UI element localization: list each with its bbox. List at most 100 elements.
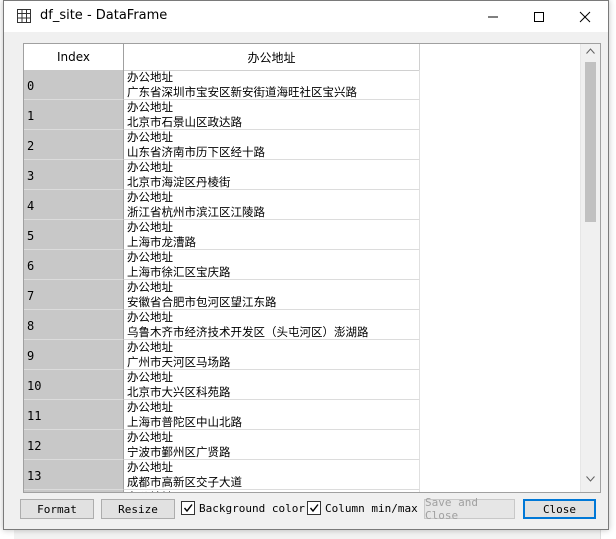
address-cell[interactable]: 办公地址 北京市石景山区政达路 (124, 100, 420, 130)
scroll-up-icon[interactable] (581, 48, 600, 60)
maximize-icon (534, 11, 544, 22)
cell-line-2: 宁波市鄞州区广贤路 (127, 445, 231, 459)
cell-line-1: 办公地址 (127, 400, 173, 414)
cell-line-2: 上海市徐汇区宝庆路 (127, 265, 231, 279)
table-rows: 0 办公地址 广东省深圳市宝安区新安街道海旺社区宝兴路 1 办公地址 北京市石景山区政达路… (24, 70, 420, 492)
index-value: 7 (27, 289, 35, 303)
cell-line-1: 办公地址 (127, 70, 173, 84)
index-value: 11 (27, 409, 42, 423)
cell-line-2: 浙江省杭州市滨江区江陵路 (127, 205, 265, 219)
button-bar: Format Resize Background color Column mi… (4, 496, 608, 525)
table-row: 办公地址 (24, 490, 420, 492)
cell-line-1: 办公地址 (127, 280, 173, 294)
save-and-close-button[interactable]: Save and Close (424, 496, 515, 522)
title-bar: df_site - DataFrame (4, 1, 608, 32)
cell-line-1: 办公地址 (127, 310, 173, 324)
index-cell[interactable]: 8 (24, 310, 124, 340)
index-cell[interactable]: 4 (24, 190, 124, 220)
index-cell[interactable] (24, 490, 124, 492)
index-cell[interactable]: 10 (24, 370, 124, 400)
dataframe-table[interactable]: Index 办公地址 0 办公地址 广东省深圳市宝安区新安街道海旺社区宝兴路 1 办公地… (23, 43, 601, 493)
cell-line-2: 上海市龙漕路 (127, 235, 196, 249)
index-cell[interactable]: 9 (24, 340, 124, 370)
index-cell[interactable]: 13 (24, 460, 124, 490)
index-value: 0 (27, 79, 35, 93)
close-icon (579, 11, 591, 22)
close-window-button[interactable] (562, 1, 608, 32)
index-cell[interactable]: 6 (24, 250, 124, 280)
cell-line-1: 办公地址 (127, 460, 173, 474)
index-header[interactable]: Index (24, 44, 124, 71)
table-row: 8 办公地址 乌鲁木齐市经济技术开发区（头屯河区）澎湖路 (24, 310, 420, 340)
scroll-down-icon[interactable] (581, 476, 600, 488)
table-row: 2 办公地址 山东省济南市历下区经十路 (24, 130, 420, 160)
column-minmax-checkbox[interactable]: Column min/max (307, 501, 418, 515)
index-cell[interactable]: 2 (24, 130, 124, 160)
cell-line-1: 办公地址 (127, 100, 173, 114)
address-cell[interactable]: 办公地址 广州市天河区马场路 (124, 340, 420, 370)
table-row: 13 办公地址 成都市高新区交子大道 (24, 460, 420, 490)
cell-line-2: 北京市海淀区丹棱街 (127, 175, 231, 189)
cell-line-2: 成都市高新区交子大道 (127, 475, 242, 489)
cell-line-2: 北京市大兴区科苑路 (127, 385, 231, 399)
cell-line-1: 办公地址 (127, 340, 173, 354)
address-cell[interactable]: 办公地址 乌鲁木齐市经济技术开发区（头屯河区）澎湖路 (124, 310, 420, 340)
index-cell[interactable]: 12 (24, 430, 124, 460)
address-cell[interactable]: 办公地址 广东省深圳市宝安区新安街道海旺社区宝兴路 (124, 70, 420, 100)
index-cell[interactable]: 0 (24, 70, 124, 100)
index-cell[interactable]: 3 (24, 160, 124, 190)
scrollbar-thumb[interactable] (585, 62, 596, 222)
cell-line-1: 办公地址 (127, 250, 173, 264)
index-cell[interactable]: 1 (24, 100, 124, 130)
index-value: 6 (27, 259, 35, 273)
index-value: 5 (27, 229, 35, 243)
window-title: df_site - DataFrame (40, 8, 168, 23)
address-cell[interactable]: 办公地址 宁波市鄞州区广贤路 (124, 430, 420, 460)
column-header[interactable]: 办公地址 (124, 44, 420, 71)
address-cell[interactable]: 办公地址 上海市徐汇区宝庆路 (124, 250, 420, 280)
address-cell[interactable]: 办公地址 上海市龙漕路 (124, 220, 420, 250)
address-cell[interactable]: 办公地址 安徽省合肥市包河区望江东路 (124, 280, 420, 310)
table-row: 0 办公地址 广东省深圳市宝安区新安街道海旺社区宝兴路 (24, 70, 420, 100)
index-cell[interactable]: 5 (24, 220, 124, 250)
cell-line-1: 办公地址 (127, 130, 173, 144)
address-cell[interactable]: 办公地址 浙江省杭州市滨江区江陵路 (124, 190, 420, 220)
table-row: 11 办公地址 上海市普陀区中山北路 (24, 400, 420, 430)
cell-line-1: 办公地址 (127, 220, 173, 234)
background-color-checkbox[interactable]: Background color (181, 501, 305, 515)
checkbox-box[interactable] (181, 501, 195, 515)
address-cell[interactable]: 办公地址 (124, 490, 420, 492)
index-value: 2 (27, 139, 35, 153)
maximize-button[interactable] (516, 1, 562, 32)
table-row: 1 办公地址 北京市石景山区政达路 (24, 100, 420, 130)
table-row: 12 办公地址 宁波市鄞州区广贤路 (24, 430, 420, 460)
index-value: 13 (27, 469, 42, 483)
table-row: 3 办公地址 北京市海淀区丹棱街 (24, 160, 420, 190)
address-cell[interactable]: 办公地址 北京市海淀区丹棱街 (124, 160, 420, 190)
address-cell[interactable]: 办公地址 北京市大兴区科苑路 (124, 370, 420, 400)
close-button[interactable]: Close (523, 499, 596, 519)
table-row: 6 办公地址 上海市徐汇区宝庆路 (24, 250, 420, 280)
index-cell[interactable]: 7 (24, 280, 124, 310)
cell-line-2: 广州市天河区马场路 (127, 355, 231, 369)
cell-line-1: 办公地址 (127, 430, 173, 444)
table-row: 9 办公地址 广州市天河区马场路 (24, 340, 420, 370)
vertical-scrollbar[interactable] (580, 44, 600, 492)
cell-line-2: 山东省济南市历下区经十路 (127, 145, 265, 159)
format-button[interactable]: Format (20, 499, 94, 519)
index-value: 10 (27, 379, 42, 393)
index-value: 12 (27, 439, 42, 453)
index-cell[interactable]: 11 (24, 400, 124, 430)
index-value: 9 (27, 349, 35, 363)
background-color-label: Background color (199, 501, 305, 515)
address-cell[interactable]: 办公地址 成都市高新区交子大道 (124, 460, 420, 490)
address-cell[interactable]: 办公地址 山东省济南市历下区经十路 (124, 130, 420, 160)
cell-line-1: 办公地址 (127, 370, 173, 384)
checkbox-box[interactable] (307, 501, 321, 515)
resize-button[interactable]: Resize (101, 499, 175, 519)
minimize-button[interactable] (470, 1, 516, 32)
address-cell[interactable]: 办公地址 上海市普陀区中山北路 (124, 400, 420, 430)
cell-line-1: 办公地址 (127, 160, 173, 174)
table-row: 10 办公地址 北京市大兴区科苑路 (24, 370, 420, 400)
index-value: 1 (27, 109, 35, 123)
